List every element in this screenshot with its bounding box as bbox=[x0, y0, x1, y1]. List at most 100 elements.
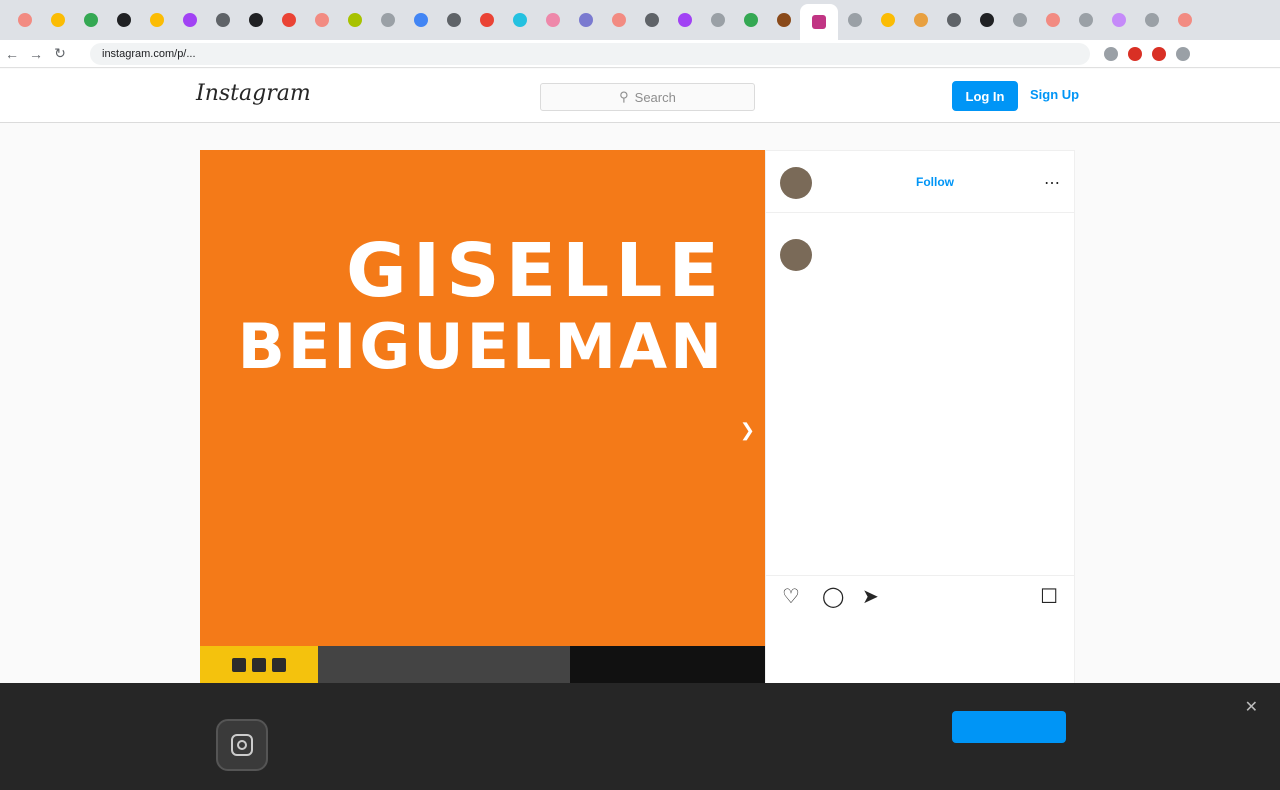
browser-tab[interactable] bbox=[206, 0, 239, 40]
address-bar[interactable]: instagram.com/p/... bbox=[90, 42, 1090, 65]
browser-tab[interactable] bbox=[536, 0, 569, 40]
tab-favicon-icon bbox=[512, 13, 527, 27]
media-strip bbox=[200, 646, 765, 684]
post-side-panel: Follow ⋯ ♡ ◯ ➤ ☐ bbox=[765, 150, 1075, 684]
avatar[interactable] bbox=[780, 167, 812, 199]
browser-tab[interactable] bbox=[437, 0, 470, 40]
browser-tab[interactable] bbox=[470, 0, 503, 40]
browser-tab[interactable] bbox=[1102, 0, 1135, 40]
browser-tab[interactable] bbox=[668, 0, 701, 40]
tab-favicon-icon bbox=[677, 13, 692, 27]
caption-avatar[interactable] bbox=[780, 239, 812, 271]
tab-favicon-icon bbox=[946, 13, 961, 27]
browser-tab[interactable] bbox=[272, 0, 305, 40]
tab-favicon-icon bbox=[1078, 13, 1093, 27]
browser-tab[interactable] bbox=[1003, 0, 1036, 40]
browser-tab[interactable] bbox=[937, 0, 970, 40]
browser-tab[interactable] bbox=[107, 0, 140, 40]
tab-favicon-icon bbox=[17, 13, 32, 27]
app-banner: ✕ bbox=[0, 683, 1280, 790]
tab-favicon-icon bbox=[149, 13, 164, 27]
tab-favicon-icon bbox=[347, 13, 362, 27]
tab-favicon-icon bbox=[446, 13, 461, 27]
browser-tab[interactable] bbox=[838, 0, 871, 40]
tab-favicon-icon bbox=[116, 13, 131, 27]
browser-tab[interactable] bbox=[734, 0, 767, 40]
tab-favicon-icon bbox=[215, 13, 230, 27]
tab-favicon-icon bbox=[644, 13, 659, 27]
browser-tab[interactable] bbox=[305, 0, 338, 40]
browser-tab[interactable] bbox=[338, 0, 371, 40]
browser-tab[interactable] bbox=[503, 0, 536, 40]
site-header: Instagram ⚲ Search Log In Sign Up bbox=[0, 69, 1280, 123]
instagram-logo[interactable]: Instagram bbox=[196, 81, 311, 106]
banner-accept-button[interactable] bbox=[952, 711, 1066, 743]
close-icon[interactable]: ✕ bbox=[1245, 697, 1258, 717]
search-placeholder: Search bbox=[634, 89, 676, 105]
extension-icon[interactable] bbox=[1128, 46, 1142, 61]
thumb-icon bbox=[232, 658, 246, 672]
browser-tab[interactable] bbox=[1135, 0, 1168, 40]
forward-icon[interactable]: → bbox=[24, 46, 48, 62]
more-icon[interactable]: ⋯ bbox=[1044, 173, 1060, 193]
post-header: Follow ⋯ bbox=[766, 151, 1074, 213]
heart-icon[interactable]: ♡ bbox=[782, 584, 800, 609]
browser-tab[interactable] bbox=[904, 0, 937, 40]
tab-favicon-icon bbox=[1045, 13, 1060, 27]
poster-title-line1: GISELLE bbox=[346, 228, 725, 314]
instagram-favicon-icon bbox=[812, 15, 826, 29]
browser-tab[interactable] bbox=[1069, 0, 1102, 40]
back-icon[interactable]: ← bbox=[0, 46, 24, 62]
bookmark-icon[interactable]: ☐ bbox=[1040, 584, 1058, 609]
share-icon[interactable]: ➤ bbox=[862, 584, 879, 609]
follow-button[interactable]: Follow bbox=[916, 175, 954, 189]
browser-tab[interactable] bbox=[970, 0, 1003, 40]
browser-tab[interactable] bbox=[569, 0, 602, 40]
tab-favicon-icon bbox=[979, 13, 994, 27]
tab-favicon-icon bbox=[1177, 13, 1192, 27]
login-button[interactable]: Log In bbox=[952, 81, 1018, 111]
comment-icon[interactable]: ◯ bbox=[822, 584, 844, 609]
tab-favicon-icon bbox=[281, 13, 296, 27]
tab-favicon-icon bbox=[1144, 13, 1159, 27]
browser-tab[interactable] bbox=[701, 0, 734, 40]
browser-tab[interactable] bbox=[635, 0, 668, 40]
browser-tab[interactable] bbox=[8, 0, 41, 40]
tab-favicon-icon bbox=[1111, 13, 1126, 27]
browser-tab[interactable] bbox=[404, 0, 437, 40]
browser-tab[interactable] bbox=[140, 0, 173, 40]
tab-favicon-icon bbox=[413, 13, 428, 27]
search-input[interactable]: ⚲ Search bbox=[540, 83, 755, 111]
browser-tab[interactable] bbox=[602, 0, 635, 40]
extension-icon[interactable] bbox=[1152, 46, 1166, 61]
post-image[interactable]: GISELLE BEIGUELMAN ❯ bbox=[200, 150, 765, 646]
browser-tab[interactable] bbox=[371, 0, 404, 40]
tab-favicon-icon bbox=[710, 13, 725, 27]
tab-favicon-icon bbox=[50, 13, 65, 27]
extension-icon[interactable] bbox=[1104, 46, 1118, 61]
thumb-icon bbox=[272, 658, 286, 672]
browser-tab[interactable] bbox=[239, 0, 272, 40]
browser-tab-active[interactable] bbox=[800, 4, 838, 40]
browser-tab[interactable] bbox=[1168, 0, 1201, 40]
browser-tab[interactable] bbox=[41, 0, 74, 40]
tab-favicon-icon bbox=[880, 13, 895, 27]
profile-icon[interactable] bbox=[1176, 46, 1190, 61]
tab-favicon-icon bbox=[776, 13, 791, 27]
tab-favicon-icon bbox=[182, 13, 197, 27]
media-strip-label bbox=[570, 646, 765, 684]
browser-tab[interactable] bbox=[1036, 0, 1069, 40]
browser-tab[interactable] bbox=[767, 0, 800, 40]
post-actions: ♡ ◯ ➤ ☐ bbox=[766, 575, 1074, 615]
tab-favicon-icon bbox=[1012, 13, 1027, 27]
extensions bbox=[1104, 46, 1190, 61]
tab-favicon-icon bbox=[545, 13, 560, 27]
reload-icon[interactable]: ↻ bbox=[48, 45, 72, 62]
signup-link[interactable]: Sign Up bbox=[1030, 87, 1079, 102]
browser-tab[interactable] bbox=[74, 0, 107, 40]
browser-tab[interactable] bbox=[871, 0, 904, 40]
browser-tab[interactable] bbox=[173, 0, 206, 40]
tab-favicon-icon bbox=[611, 13, 626, 27]
media-strip-thumbs bbox=[200, 646, 318, 684]
next-arrow-icon[interactable]: ❯ bbox=[740, 420, 755, 441]
